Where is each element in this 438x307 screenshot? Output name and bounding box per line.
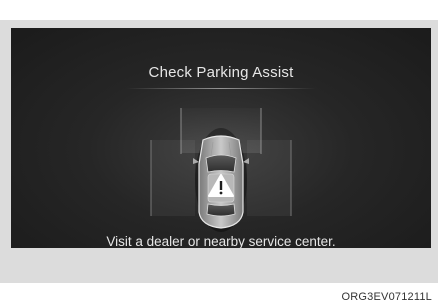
- service-message: Visit a dealer or nearby service center.: [106, 234, 336, 248]
- sensor-zone-left: [150, 140, 195, 216]
- image-code: ORG3EV071211L: [341, 291, 432, 303]
- parking-scene: [150, 108, 292, 232]
- sensor-zone-right: [247, 140, 292, 216]
- cluster-display: Check Parking Assist Visit a dealer or n…: [11, 28, 431, 248]
